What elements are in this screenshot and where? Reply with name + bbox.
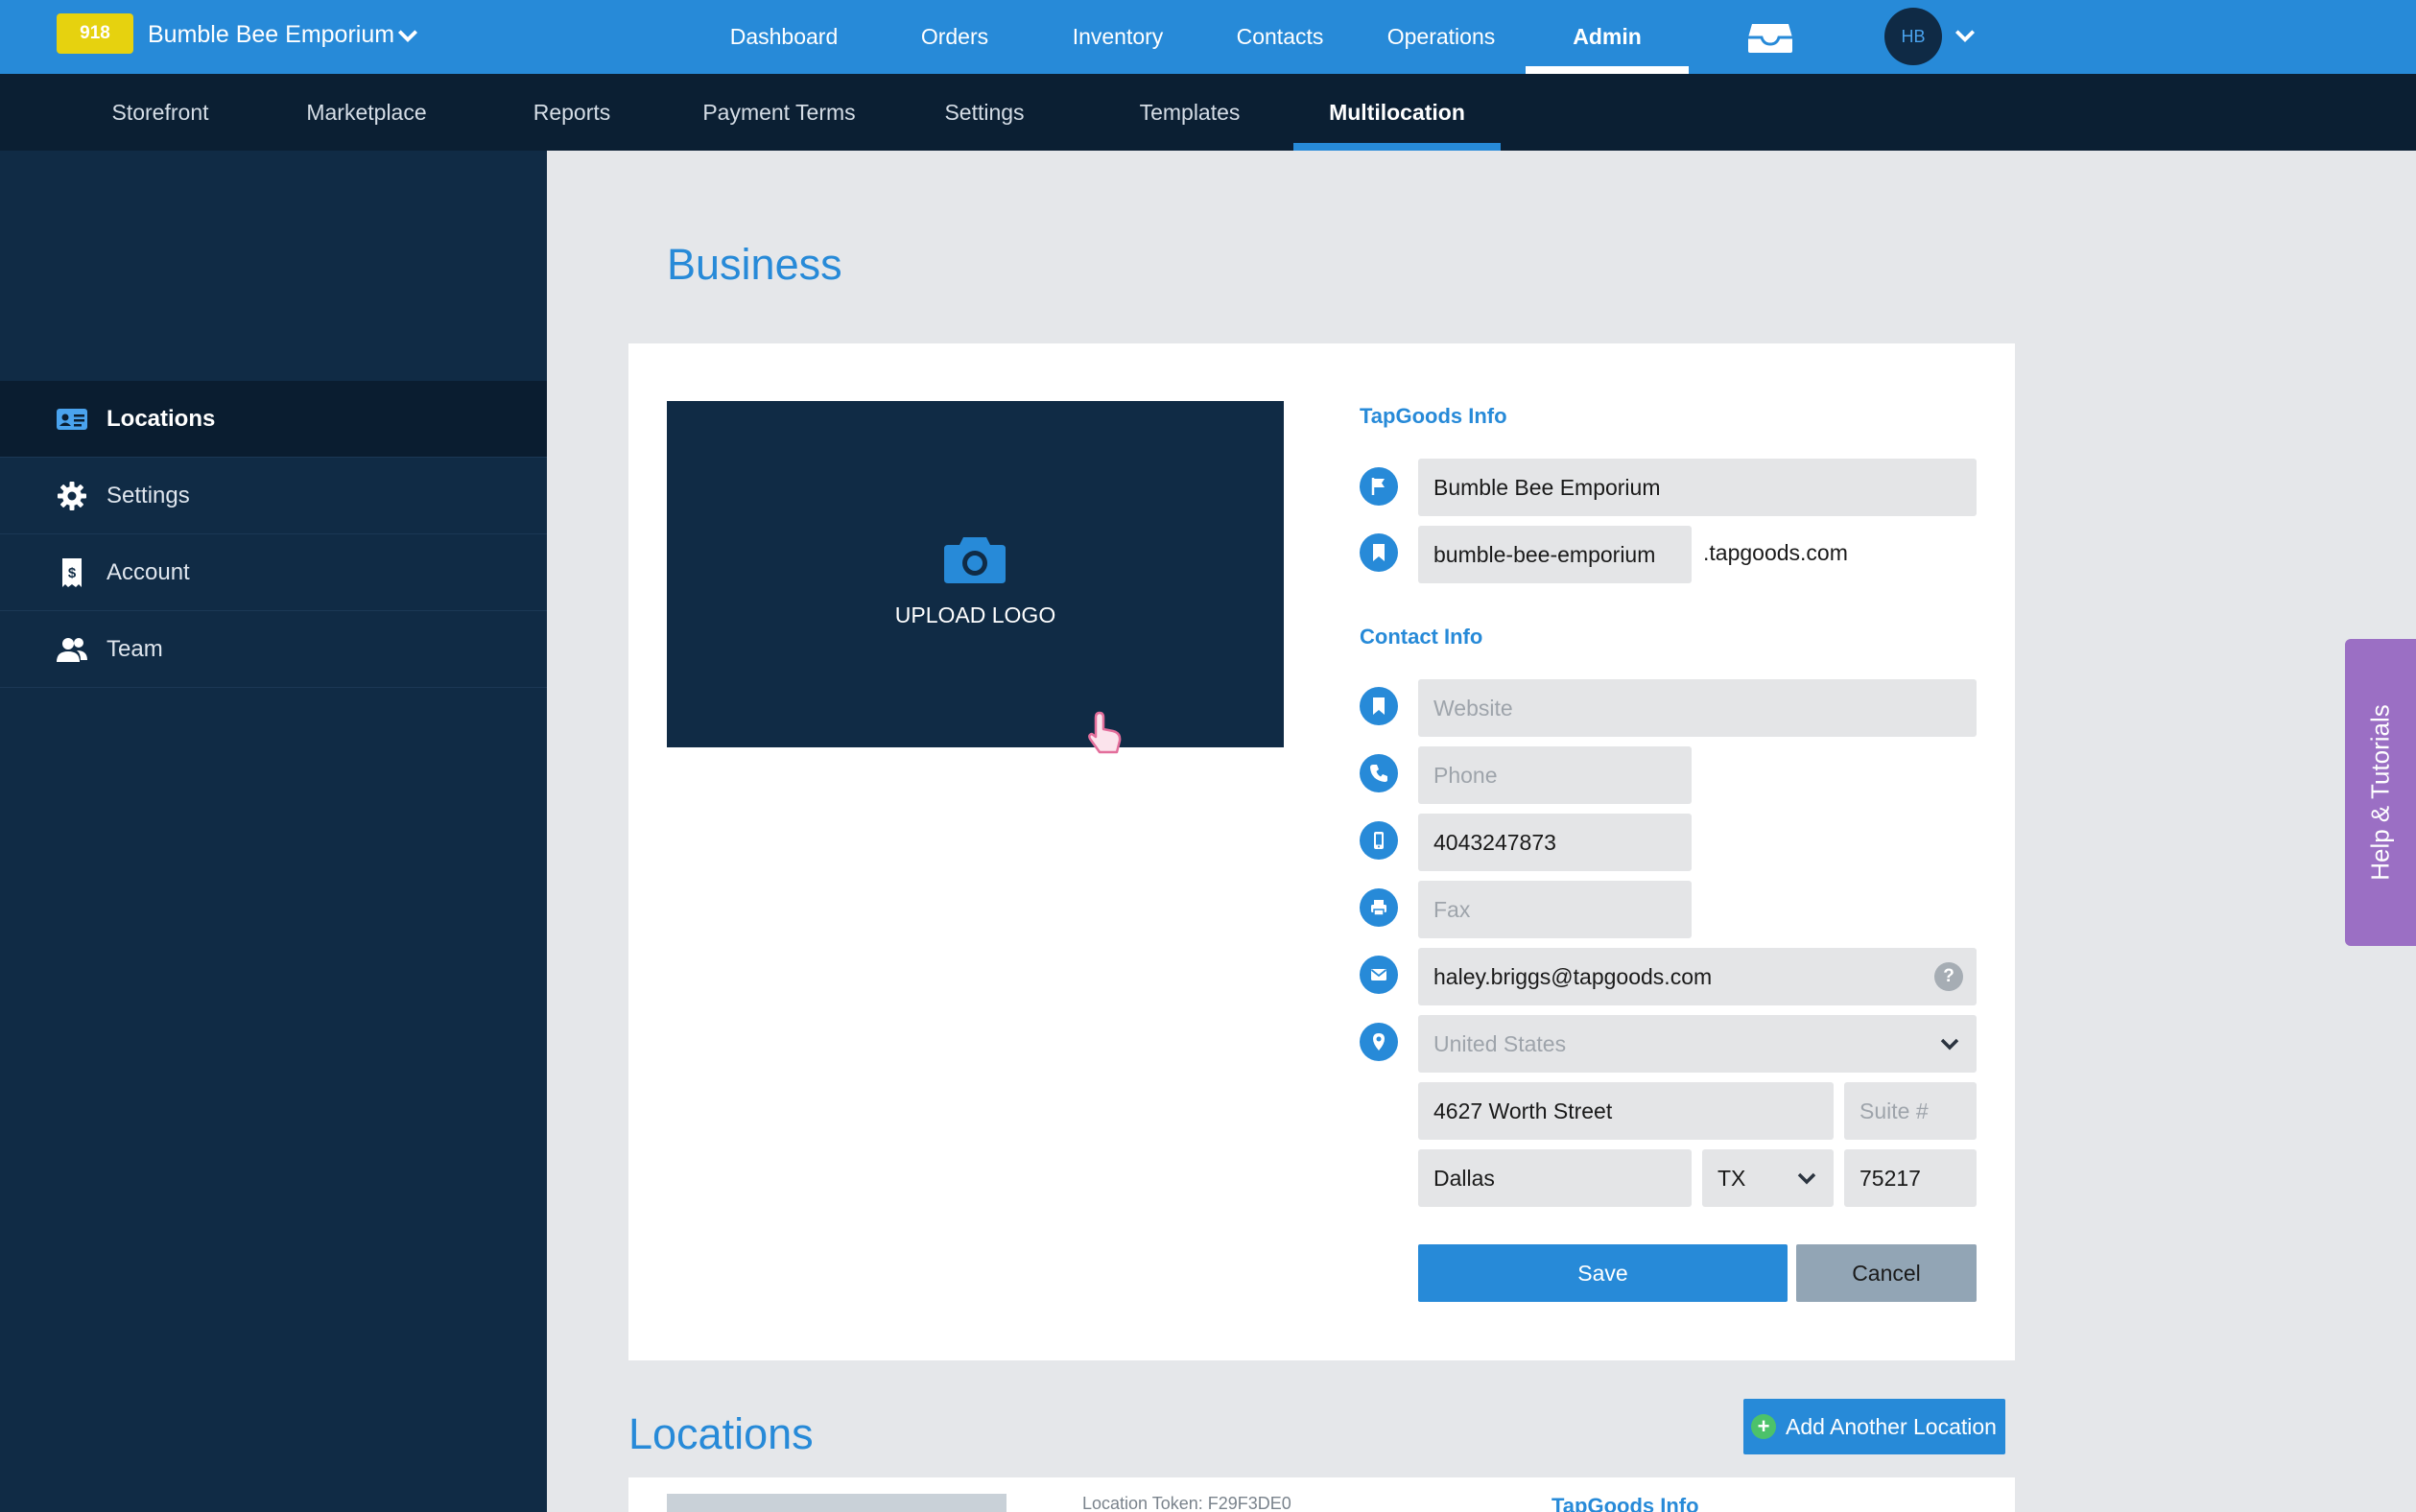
page-title: Business <box>667 240 842 289</box>
tab-storefront[interactable]: Storefront <box>96 74 225 151</box>
business-name-field[interactable]: Bumble Bee Emporium <box>1418 459 1977 516</box>
sidebar-item-label: Account <box>107 558 190 585</box>
map-pin-icon <box>1360 1023 1398 1061</box>
nav-contacts[interactable]: Contacts <box>1230 0 1330 74</box>
gear-icon <box>58 482 86 510</box>
svg-text:$: $ <box>68 565 77 581</box>
cancel-button[interactable]: Cancel <box>1796 1244 1977 1302</box>
email-field[interactable]: haley.briggs@tapgoods.com ? <box>1418 948 1977 1005</box>
street-field[interactable]: 4627 Worth Street <box>1418 1082 1834 1140</box>
hand-cursor-icon <box>1088 711 1122 754</box>
state-value: TX <box>1717 1165 1746 1191</box>
fax-field[interactable]: Fax <box>1418 881 1692 938</box>
sidebar-item-settings[interactable]: Settings <box>0 458 547 534</box>
location-token: Location Token: F29F3DE0 <box>1082 1494 1291 1512</box>
help-tutorials-label: Help & Tutorials <box>2365 704 2395 881</box>
chevron-down-icon <box>1797 1172 1816 1185</box>
avatar[interactable]: HB <box>1884 8 1942 65</box>
email-icon <box>1360 956 1398 994</box>
contact-info-label: Contact Info <box>1360 625 1483 649</box>
cell-phone-field[interactable]: 4043247873 <box>1418 814 1692 871</box>
sidebar-item-label: Locations <box>107 405 216 432</box>
zip-field[interactable]: 75217 <box>1844 1149 1977 1207</box>
bookmark-icon <box>1360 687 1398 725</box>
nav-operations[interactable]: Operations <box>1382 0 1501 74</box>
sidebar-item-team[interactable]: Team <box>0 611 547 688</box>
chevron-down-icon[interactable] <box>1953 23 1978 48</box>
tapgoods-info-label: TapGoods Info <box>1360 404 1507 428</box>
bookmark-icon <box>1360 533 1398 572</box>
country-select[interactable]: United States <box>1418 1015 1977 1073</box>
nav-orders[interactable]: Orders <box>910 0 1000 74</box>
add-location-label: Add Another Location <box>1786 1413 1997 1439</box>
city-field[interactable]: Dallas <box>1418 1149 1692 1207</box>
tab-reports[interactable]: Reports <box>518 74 626 151</box>
add-location-button[interactable]: + Add Another Location <box>1743 1399 2005 1454</box>
sidebar-item-account[interactable]: $ Account <box>0 534 547 611</box>
nav-dashboard[interactable]: Dashboard <box>726 0 841 74</box>
phone-field[interactable]: Phone <box>1418 746 1692 804</box>
sidebar-item-label: Settings <box>107 482 190 508</box>
location-logo-thumbnail <box>667 1494 1007 1512</box>
country-value: United States <box>1433 1030 1567 1056</box>
active-nav-indicator <box>1526 66 1689 74</box>
save-button[interactable]: Save <box>1418 1244 1788 1302</box>
phone-icon <box>1360 754 1398 792</box>
sidebar-item-locations[interactable]: Locations <box>0 381 547 458</box>
email-value: haley.briggs@tapgoods.com <box>1433 963 1713 989</box>
tab-payment-terms[interactable]: Payment Terms <box>689 74 869 151</box>
business-badge[interactable]: 918 <box>57 13 133 54</box>
flag-icon <box>1360 467 1398 506</box>
id-card-icon <box>57 409 87 430</box>
receipt-icon: $ <box>62 558 82 587</box>
chevron-down-icon[interactable] <box>395 23 420 48</box>
website-field[interactable]: Website <box>1418 679 1977 737</box>
tab-templates[interactable]: Templates <box>1123 74 1257 151</box>
domain-suffix: .tapgoods.com <box>1703 540 1848 565</box>
sidebar-item-label: Team <box>107 635 163 662</box>
tab-multilocation[interactable]: Multilocation <box>1293 74 1501 151</box>
chevron-down-icon <box>1940 1038 1959 1051</box>
sidebar <box>0 151 547 1512</box>
state-select[interactable]: TX <box>1702 1149 1834 1207</box>
locations-title: Locations <box>628 1409 814 1458</box>
help-icon[interactable]: ? <box>1934 962 1963 991</box>
mobile-phone-icon <box>1360 821 1398 860</box>
nav-admin[interactable]: Admin <box>1545 0 1670 74</box>
nav-inventory[interactable]: Inventory <box>1065 0 1171 74</box>
fax-icon <box>1360 888 1398 927</box>
upload-logo-label: UPLOAD LOGO <box>894 602 1056 627</box>
business-name[interactable]: Bumble Bee Emporium <box>148 19 394 50</box>
subdomain-field[interactable]: bumble-bee-emporium <box>1418 526 1692 583</box>
plus-icon: + <box>1751 1414 1776 1439</box>
tab-settings[interactable]: Settings <box>927 74 1042 151</box>
team-icon <box>57 638 87 662</box>
camera-icon <box>944 537 1006 583</box>
active-tab-indicator <box>1293 143 1501 151</box>
location-tapgoods-info-label: TapGoods Info <box>1551 1494 1699 1512</box>
inbox-icon[interactable] <box>1746 18 1794 57</box>
tab-marketplace[interactable]: Marketplace <box>288 74 445 151</box>
suite-field[interactable]: Suite # <box>1844 1082 1977 1140</box>
